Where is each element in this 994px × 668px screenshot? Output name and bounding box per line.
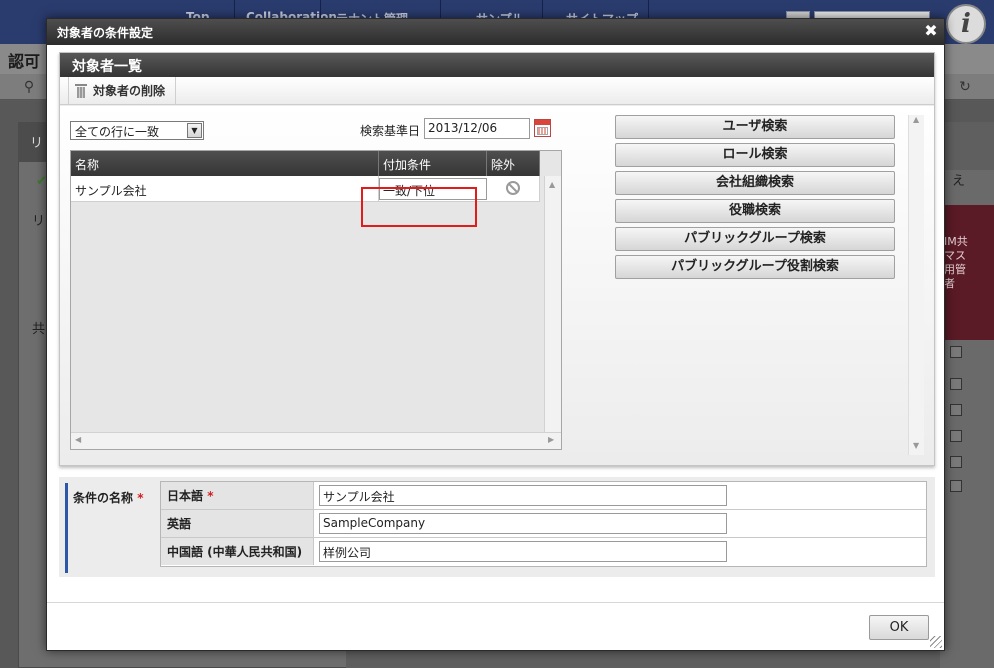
delete-target-label: 対象者の削除 [93,84,166,98]
app-panel-item: リ [32,214,46,229]
app-page-title: 認可 [8,52,41,71]
lang-label: 英語 [161,510,314,537]
match-mode-value: 全ての行に一致 [75,125,160,139]
name-input-english[interactable]: SampleCompany [319,513,727,534]
name-row-chinese: 中国語 (中華人民共和国) 样例公司 [161,538,926,566]
dialog-title: 対象者の条件設定 [57,26,154,40]
user-search-button[interactable]: ユーザ検索 [615,115,895,139]
section-title: 対象者一覧 [72,59,142,75]
lang-label-text: 英語 [167,517,192,531]
scroll-down-icon[interactable]: ▼ [913,441,919,450]
condition-name-text: 条件の名称 [73,491,134,505]
chevron-down-icon: ▼ [187,123,202,138]
name-input-japanese[interactable]: サンプル会社 [319,485,727,506]
condition-input[interactable]: 一致/下位 [379,178,487,200]
external-link-icon[interactable] [950,480,962,492]
base-date-label: 検索基準日 [360,124,421,138]
app-logo-icon: i [946,4,986,44]
app-promo-banner[interactable]: IM共 マス 用管 者 [940,205,994,340]
org-search-button[interactable]: 会社組織検索 [615,171,895,195]
lang-label: 日本語 * [161,482,314,509]
promo-text: IM共 マス 用管 者 [944,235,968,290]
lang-label-text: 中国語 (中華人民共和国) [167,545,303,559]
resize-grip-icon[interactable] [930,636,942,648]
target-name-cell: サンプル会社 [71,176,379,202]
required-mark: * [207,489,214,503]
name-row-english: 英語 SampleCompany [161,510,926,538]
scroll-up-icon[interactable]: ▲ [549,180,555,189]
scroll-right-icon[interactable]: ▶ [548,435,554,444]
section-body: 全ての行に一致 ▼ 検索基準日 2013/12/06 名称 付加条件 除外 サン… [60,106,934,465]
search-icon[interactable]: ⚲ [20,78,38,96]
table-row[interactable]: サンプル会社 一致/下位 [71,176,540,202]
ok-button[interactable]: OK [869,615,929,640]
grid-vertical-scrollbar[interactable]: ▲ ▼ [544,176,561,441]
dialog-title-bar[interactable]: 対象者の条件設定 ✖ [47,19,944,45]
external-link-icon[interactable] [950,430,962,442]
delete-target-button[interactable]: 対象者の削除 [68,77,177,104]
target-grid: 名称 付加条件 除外 サンプル会社 一致/下位 ▲ ▼ ◀ ▶ [70,150,562,450]
column-header-exclude[interactable]: 除外 [487,151,540,176]
external-link-icon[interactable] [950,404,962,416]
section-toolbar: 対象者の削除 [60,77,934,105]
match-mode-select[interactable]: 全ての行に一致 ▼ [70,121,204,140]
trash-icon [75,83,87,98]
name-row-japanese: 日本語 * サンプル会社 [161,482,926,510]
lang-label-text: 日本語 [167,489,204,503]
refresh-icon[interactable]: ↻ [956,78,974,96]
grid-horizontal-scrollbar[interactable]: ◀ ▶ [71,432,561,449]
required-mark: * [137,491,144,505]
grid-header: 名称 付加条件 除外 [71,151,540,176]
scroll-left-icon[interactable]: ◀ [75,435,81,444]
name-input-chinese[interactable]: 样例公司 [319,541,727,562]
target-list-section: 対象者一覧 対象者の削除 全ての行に一致 ▼ 検索基準日 2013/12/06 … [59,52,935,466]
lang-label: 中国語 (中華人民共和国) [161,538,314,565]
right-pane-scrollbar[interactable]: ▲ ▼ [908,115,924,455]
section-header: 対象者一覧 [60,53,934,77]
external-link-icon[interactable] [950,346,962,358]
condition-name-label: 条件の名称 * [65,483,153,573]
column-header-condition[interactable]: 付加条件 [379,151,487,176]
close-icon[interactable]: ✖ [923,22,939,40]
app-panel-item: 共 [32,322,46,337]
public-group-search-button[interactable]: パブリックグループ検索 [615,227,895,251]
condition-name-section: 条件の名称 * 日本語 * サンプル会社 英語 SampleCompany 中国… [59,477,935,577]
external-link-icon[interactable] [950,378,962,390]
external-link-icon[interactable] [950,456,962,468]
calendar-icon[interactable] [534,119,551,137]
role-search-button[interactable]: ロール検索 [615,143,895,167]
footer-divider [47,602,944,603]
app-right-header: え [952,174,966,189]
localized-name-table: 日本語 * サンプル会社 英語 SampleCompany 中国語 (中華人民共… [160,481,927,567]
base-date-input[interactable]: 2013/12/06 [424,118,530,139]
post-search-button[interactable]: 役職検索 [615,199,895,223]
scroll-up-icon[interactable]: ▲ [913,115,919,124]
condition-dialog: 対象者の条件設定 ✖ 対象者一覧 対象者の削除 全ての行に一致 ▼ 検索基準日 … [46,18,945,651]
exclude-toggle-icon[interactable] [506,181,520,195]
column-header-name[interactable]: 名称 [71,151,379,176]
public-group-role-search-button[interactable]: パブリックグループ役割検索 [615,255,895,279]
app-panel-heading: リ [30,136,44,151]
